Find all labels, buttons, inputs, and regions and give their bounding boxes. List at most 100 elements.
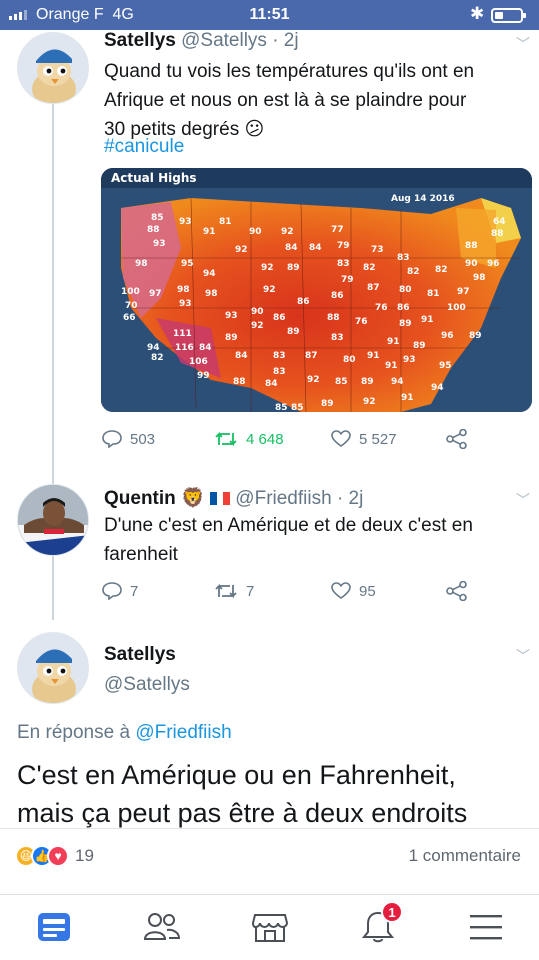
reply-button[interactable]: 7: [102, 582, 138, 600]
svg-text:87: 87: [367, 283, 380, 293]
svg-text:82: 82: [151, 353, 164, 363]
reply-icon: [102, 582, 122, 600]
svg-text:66: 66: [123, 313, 136, 323]
svg-text:77: 77: [331, 225, 344, 235]
hamburger-menu-icon: [470, 915, 502, 940]
retweet-button[interactable]: 4 648: [214, 430, 284, 448]
tweet-actions: 503 4 648 5 527: [0, 428, 539, 450]
svg-text:92: 92: [235, 245, 248, 255]
svg-text:86: 86: [397, 303, 410, 313]
svg-text:87: 87: [305, 351, 318, 361]
like-count: 95: [359, 582, 376, 600]
svg-text:96: 96: [441, 331, 454, 341]
map-date: Aug 14 2016: [391, 194, 455, 204]
svg-text:83: 83: [337, 259, 350, 269]
author-handle-line[interactable]: @Satellys: [104, 674, 190, 696]
reply-to-line: En réponse à @Friedfiish: [17, 722, 232, 743]
svg-text:83: 83: [273, 351, 286, 361]
notifications-tab[interactable]: 1: [356, 901, 403, 947]
svg-text:83: 83: [273, 367, 286, 377]
svg-text:80: 80: [399, 285, 412, 295]
svg-text:85: 85: [275, 403, 288, 412]
svg-text:86: 86: [331, 291, 344, 301]
share-icon: [446, 429, 467, 449]
heart-icon: [331, 430, 351, 447]
svg-text:93: 93: [179, 299, 192, 309]
svg-text:89: 89: [361, 377, 374, 387]
reply-to-handle[interactable]: @Friedfiish: [135, 722, 231, 743]
svg-text:93: 93: [225, 311, 238, 321]
chevron-down-icon[interactable]: ﹀: [516, 490, 530, 510]
reaction-count: 19: [75, 846, 94, 865]
author-handle[interactable]: @Satellys · 2j: [181, 30, 299, 51]
marketplace-tab[interactable]: [248, 907, 292, 947]
svg-text:89: 89: [287, 263, 300, 273]
chevron-down-icon[interactable]: ﹀: [516, 34, 530, 54]
svg-text:94: 94: [203, 269, 216, 279]
svg-text:91: 91: [387, 337, 400, 347]
battery-icon: [491, 8, 526, 23]
comments-link[interactable]: 1 commentaire: [409, 846, 521, 866]
svg-text:98: 98: [473, 273, 486, 283]
chevron-down-icon[interactable]: ﹀: [516, 646, 530, 666]
svg-text:80: 80: [343, 355, 356, 365]
svg-text:88: 88: [233, 377, 246, 387]
svg-text:93: 93: [403, 355, 416, 365]
svg-text:90: 90: [465, 259, 478, 269]
heart-icon: [331, 582, 351, 599]
svg-text:83: 83: [397, 253, 410, 263]
svg-text:84: 84: [265, 379, 278, 389]
svg-text:82: 82: [407, 267, 420, 277]
news-feed-tab[interactable]: [32, 907, 76, 947]
like-button[interactable]: 95: [331, 582, 376, 600]
friends-icon: [144, 913, 180, 940]
marketplace-icon: [252, 914, 288, 942]
svg-text:70: 70: [125, 301, 138, 311]
temperature-map-image[interactable]: 85 93 81 88 91 90 92 77 93 92 84 84 79 73 83 64 88 8…: [101, 168, 532, 412]
menu-tab[interactable]: [464, 907, 508, 947]
author-name[interactable]: Satellys @Satellys · 2j: [104, 30, 299, 52]
post-footer: 😆 👍 ♥ 19 1 commentaire: [0, 828, 539, 894]
retweet-count: 7: [246, 582, 255, 600]
avatar[interactable]: [17, 632, 89, 704]
svg-text:84: 84: [309, 243, 322, 253]
svg-text:88: 88: [465, 241, 478, 251]
svg-text:93: 93: [153, 239, 166, 249]
like-count: 5 527: [359, 430, 397, 448]
author-name[interactable]: Quentin 🦁 @Friedfiish · 2j: [104, 486, 363, 510]
reply-count: 7: [130, 582, 139, 600]
hashtag-link[interactable]: #canicule: [104, 136, 184, 158]
retweet-icon: [215, 431, 237, 447]
retweet-button[interactable]: 7: [214, 582, 254, 600]
svg-text:90: 90: [251, 307, 264, 317]
svg-text:91: 91: [203, 227, 216, 237]
reactions-summary[interactable]: 😆 👍 ♥ 19: [15, 845, 94, 867]
avatar[interactable]: [17, 484, 89, 556]
svg-text:89: 89: [225, 333, 238, 343]
lion-emoji: 🦁: [181, 488, 205, 509]
share-button[interactable]: [446, 581, 468, 601]
svg-text:94: 94: [391, 377, 404, 387]
svg-text:81: 81: [427, 289, 440, 299]
svg-text:84: 84: [199, 343, 212, 353]
svg-text:92: 92: [261, 263, 274, 273]
author-name[interactable]: Satellys: [104, 644, 176, 666]
friends-tab[interactable]: [140, 907, 184, 947]
svg-text:91: 91: [421, 315, 434, 325]
tweet-text: Quand tu vois les températures qu'ils on…: [104, 61, 475, 140]
author-handle[interactable]: @Friedfiish · 2j: [235, 488, 363, 509]
svg-text:92: 92: [363, 397, 376, 407]
share-button[interactable]: [446, 429, 468, 449]
svg-text:88: 88: [491, 229, 504, 239]
like-button[interactable]: 5 527: [331, 430, 397, 448]
svg-text:89: 89: [469, 331, 482, 341]
svg-text:81: 81: [219, 217, 232, 227]
svg-text:76: 76: [355, 317, 368, 327]
svg-text:84: 84: [285, 243, 298, 253]
svg-text:100: 100: [121, 287, 140, 297]
reply-button[interactable]: 503: [102, 430, 155, 448]
avatar[interactable]: [17, 32, 89, 104]
status-bar: Orange F 4G 11:51 ✱: [0, 0, 539, 30]
france-flag-icon: [210, 492, 231, 506]
svg-text:106: 106: [189, 357, 208, 367]
